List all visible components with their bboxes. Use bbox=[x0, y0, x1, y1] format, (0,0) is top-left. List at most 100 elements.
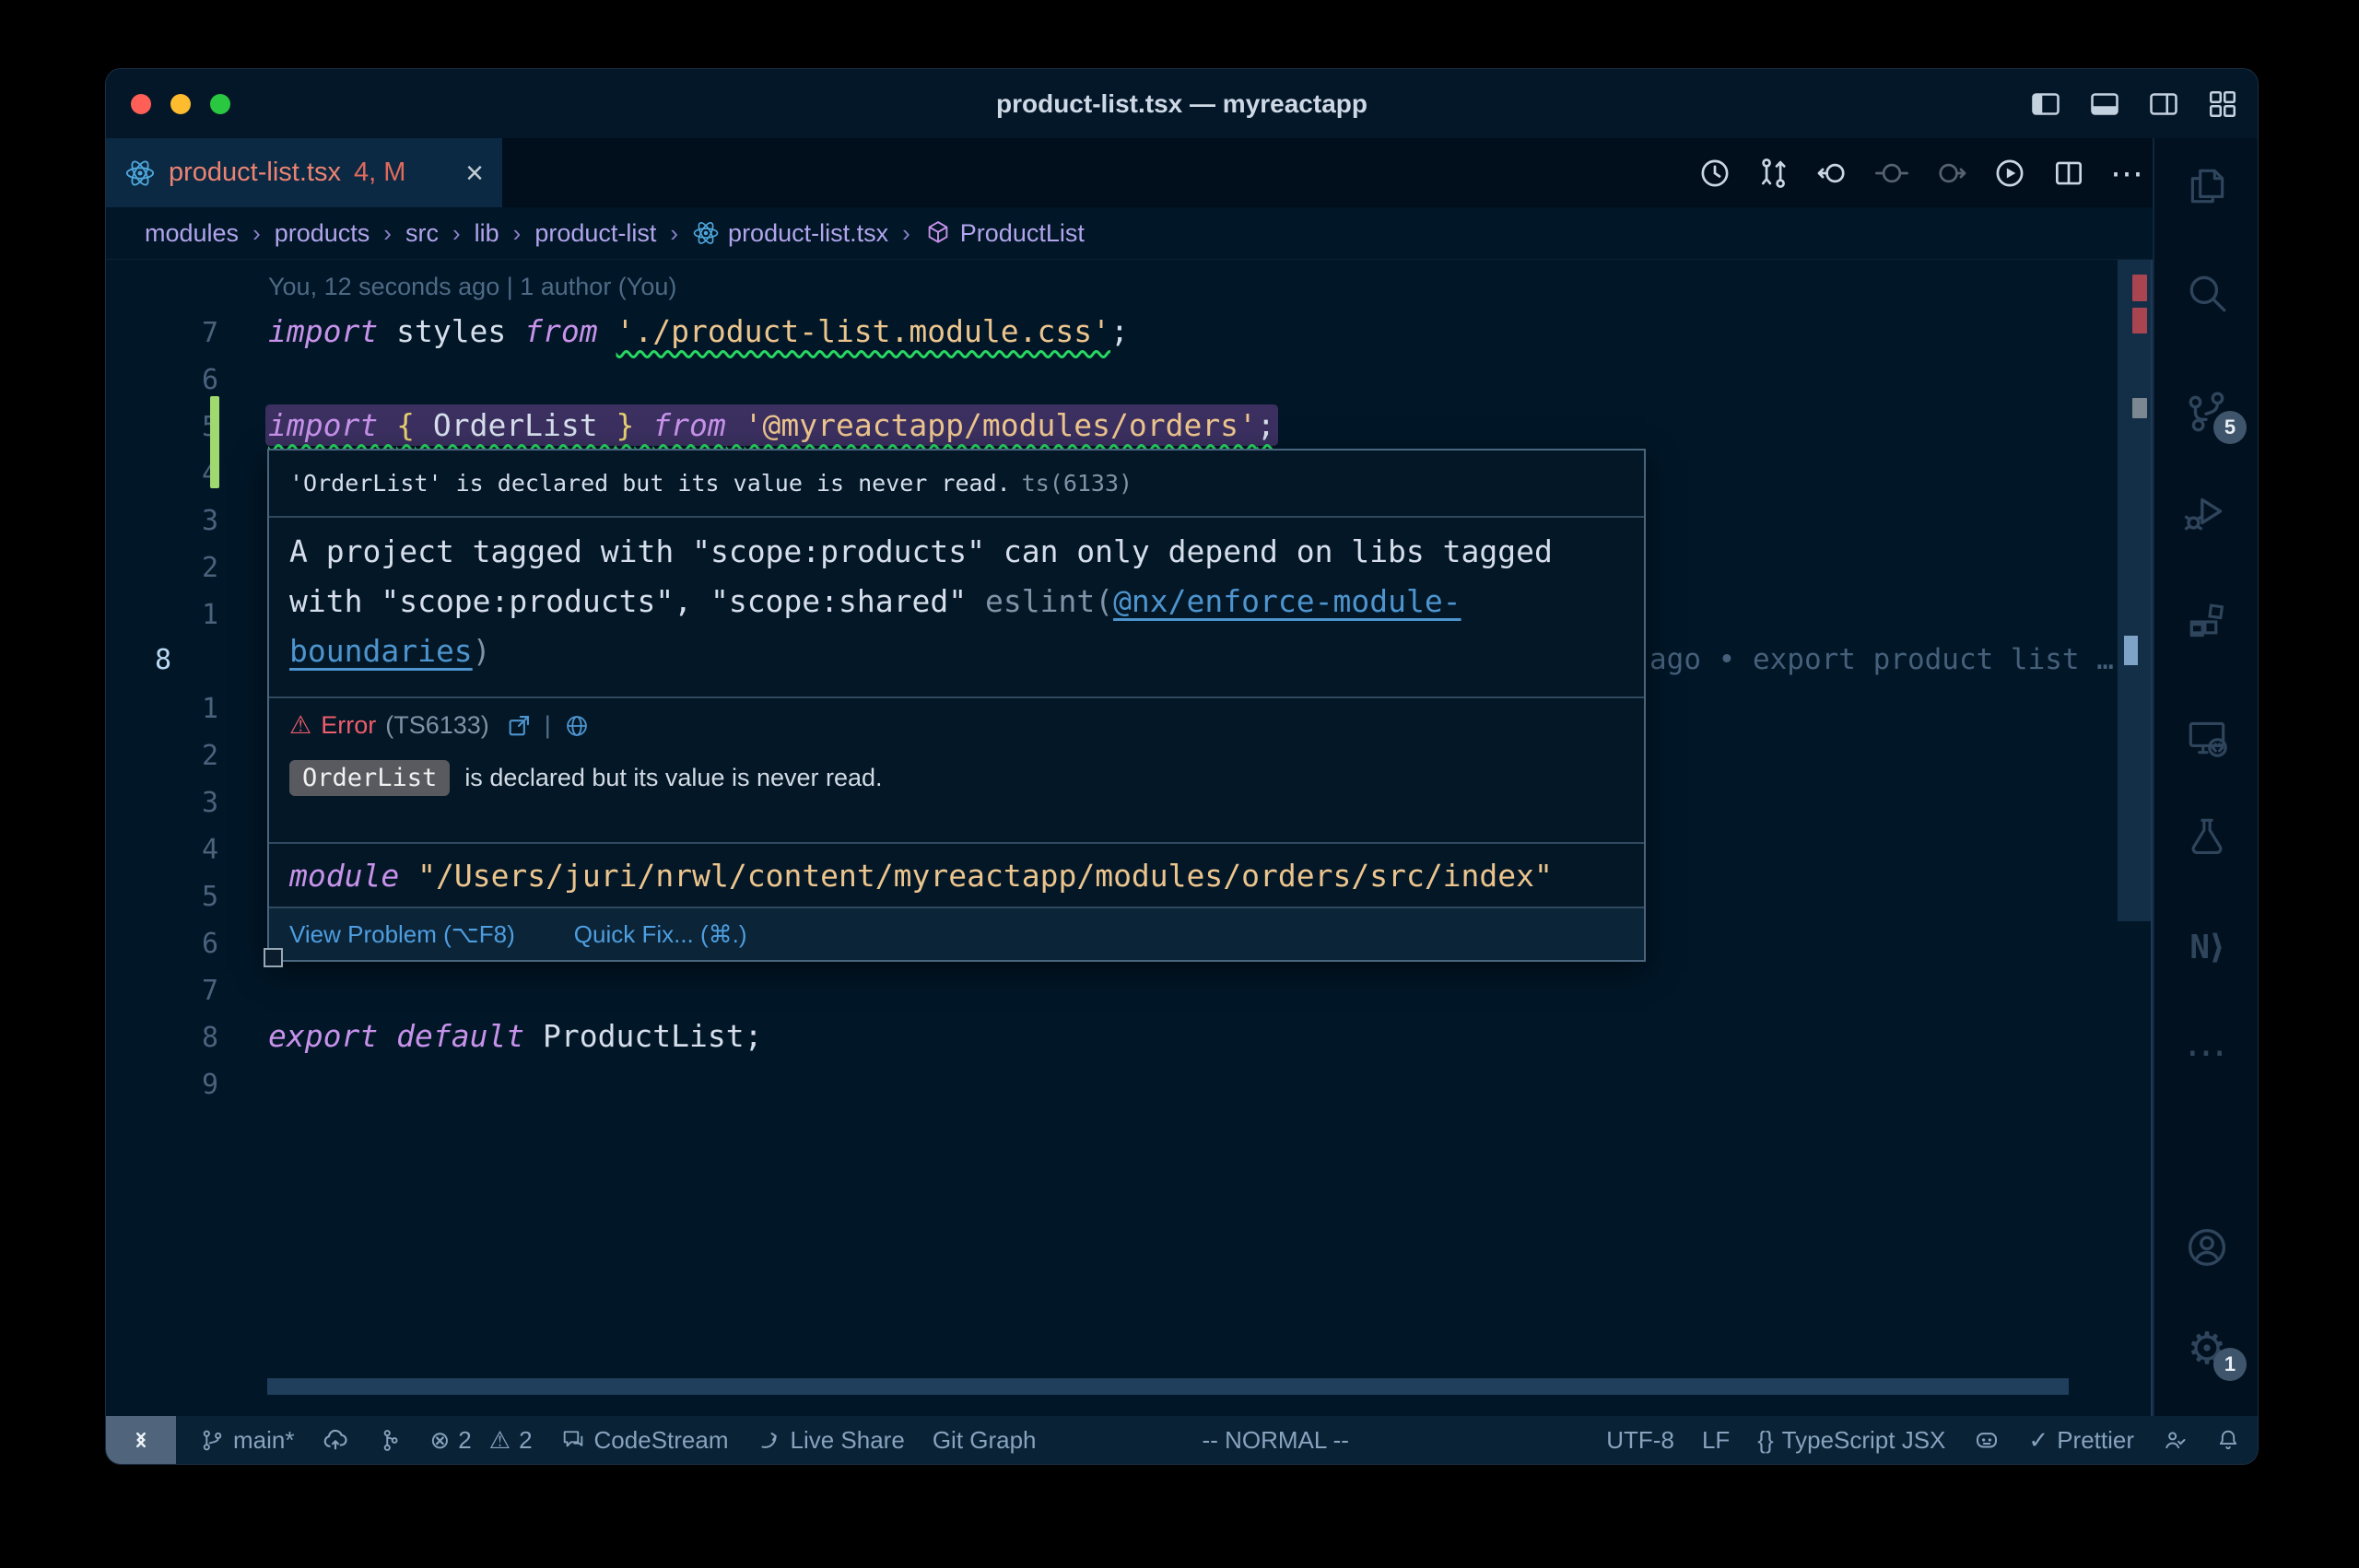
test-beaker-icon[interactable] bbox=[2154, 813, 2258, 860]
code-row[interactable]: 8export default ProductList; bbox=[106, 1012, 2118, 1059]
cursor-position-mark bbox=[2124, 636, 2138, 665]
account-icon[interactable] bbox=[2154, 1223, 2258, 1271]
customize-layout-icon[interactable] bbox=[2206, 88, 2239, 121]
code-row[interactable]: 7 bbox=[106, 965, 2118, 1012]
code-row[interactable]: 7import styles from './product-list.modu… bbox=[106, 308, 2118, 355]
eslint-rule-link[interactable]: boundaries bbox=[289, 633, 473, 669]
breadcrumb-item[interactable]: product-list bbox=[534, 219, 656, 248]
breadcrumb-item[interactable]: src bbox=[405, 219, 439, 248]
gutter-modified-bar bbox=[210, 396, 219, 488]
blame-annotation: You, 12 seconds ago | 1 author (You) bbox=[268, 273, 676, 300]
line-number[interactable]: 1 bbox=[106, 685, 218, 732]
extensions-icon[interactable] bbox=[2154, 598, 2258, 646]
remote-explorer-icon[interactable] bbox=[2154, 713, 2258, 761]
settings-gear-icon[interactable]: ⚙ 1 bbox=[2154, 1326, 2258, 1374]
line-number[interactable]: 3 bbox=[106, 779, 218, 826]
line-number[interactable]: 4 bbox=[106, 451, 218, 497]
code-row[interactable]: You, 12 seconds ago | 1 author (You) bbox=[106, 261, 2118, 308]
inline-blame: ago • export product list … bbox=[1649, 637, 2114, 684]
ts-diagnostic-message: 'OrderList' is declared but its value is… bbox=[289, 470, 1011, 497]
view-problem-link[interactable]: View Problem (⌥F8) bbox=[289, 920, 515, 949]
codestream-item[interactable]: CodeStream bbox=[560, 1426, 729, 1455]
code-row[interactable]: 5import { OrderList } from '@myreactapp/… bbox=[106, 402, 2118, 449]
vscode-window: product-list.tsx — myreactapp product-li… bbox=[106, 69, 2258, 1464]
open-external-icon[interactable] bbox=[506, 713, 532, 739]
breadcrumb-item[interactable]: modules bbox=[145, 219, 239, 248]
eslint-rule-link[interactable]: @nx/enforce-module- bbox=[1113, 583, 1461, 619]
line-number[interactable]: 2 bbox=[106, 544, 218, 591]
git-branch-item[interactable]: main* bbox=[200, 1426, 294, 1455]
source-control-icon[interactable]: 5 bbox=[2154, 389, 2258, 437]
debug-test-runner-icon[interactable] bbox=[2154, 488, 2258, 536]
line-number[interactable]: 1 bbox=[106, 591, 218, 638]
line-number[interactable]: 7 bbox=[106, 967, 218, 1014]
breadcrumb-item-symbol[interactable]: ProductList bbox=[924, 219, 1085, 248]
code-text: You, 12 seconds ago | 1 author (You) bbox=[268, 261, 676, 310]
line-number[interactable]: 5 bbox=[106, 404, 218, 451]
breadcrumb-item[interactable]: products bbox=[275, 219, 370, 248]
line-number[interactable]: 8 bbox=[106, 1014, 218, 1061]
toggle-panel-icon[interactable] bbox=[2088, 88, 2121, 121]
code-row[interactable]: 6 bbox=[106, 355, 2118, 402]
title-bar[interactable]: product-list.tsx — myreactapp bbox=[106, 69, 2258, 138]
encoding-item[interactable]: UTF-8 bbox=[1606, 1426, 1674, 1455]
globe-icon[interactable] bbox=[564, 713, 590, 739]
overview-ruler[interactable] bbox=[2118, 260, 2153, 1416]
chevron-right-icon: › bbox=[252, 219, 261, 248]
explorer-icon[interactable] bbox=[2154, 162, 2258, 210]
close-window-button[interactable] bbox=[131, 94, 151, 114]
close-tab-icon[interactable]: × bbox=[465, 158, 484, 189]
copilot-icon[interactable] bbox=[1973, 1426, 2001, 1454]
line-number[interactable]: 6 bbox=[106, 357, 218, 404]
line-number[interactable]: 2 bbox=[106, 732, 218, 779]
compare-changes-icon[interactable] bbox=[1756, 156, 1791, 191]
language-mode-item[interactable]: {} TypeScript JSX bbox=[1757, 1426, 1945, 1455]
remote-indicator[interactable] bbox=[106, 1416, 176, 1464]
eslint-message-line2: with "scope:products", "scope:shared" es… bbox=[289, 577, 1624, 626]
tab-product-list[interactable]: product-list.tsx 4, M × bbox=[106, 138, 502, 207]
popup-resize-grip[interactable] bbox=[264, 948, 283, 967]
line-number[interactable]: 6 bbox=[106, 920, 218, 967]
toggle-sidebar-left-icon[interactable] bbox=[2029, 88, 2062, 121]
maximize-window-button[interactable] bbox=[210, 94, 230, 114]
notifications-bell-icon[interactable] bbox=[2215, 1427, 2241, 1453]
eol-item[interactable]: LF bbox=[1702, 1426, 1730, 1455]
accounts-person-icon[interactable] bbox=[2162, 1427, 2188, 1453]
ts-diagnostic-row: 'OrderList' is declared but its value is… bbox=[269, 451, 1644, 518]
breadcrumb-item[interactable]: lib bbox=[475, 219, 499, 248]
breadcrumb-item-file[interactable]: product-list.tsx bbox=[692, 219, 888, 248]
change-marker-icon[interactable] bbox=[1874, 156, 1909, 191]
toggle-sidebar-right-icon[interactable] bbox=[2147, 88, 2180, 121]
problems-item[interactable]: ⊗ 2 ⚠︎ 2 bbox=[429, 1426, 532, 1455]
next-change-icon[interactable] bbox=[1933, 156, 1968, 191]
more-views-icon[interactable]: ⋯ bbox=[2154, 1029, 2258, 1077]
line-number[interactable]: 5 bbox=[106, 873, 218, 920]
code-row[interactable]: 9 bbox=[106, 1059, 2118, 1106]
chevron-right-icon: › bbox=[383, 219, 392, 248]
minimize-window-button[interactable] bbox=[170, 94, 191, 114]
split-editor-icon[interactable] bbox=[2051, 156, 2086, 191]
line-number[interactable]: 4 bbox=[106, 826, 218, 873]
live-share-item[interactable]: Live Share bbox=[757, 1426, 905, 1455]
run-file-icon[interactable] bbox=[1992, 156, 2027, 191]
sync-cloud-icon[interactable] bbox=[322, 1426, 349, 1454]
search-icon[interactable] bbox=[2154, 269, 2258, 317]
timeline-history-icon[interactable] bbox=[1697, 156, 1732, 191]
line-number[interactable]: 3 bbox=[106, 497, 218, 544]
change-mark bbox=[2132, 398, 2147, 418]
previous-change-icon[interactable] bbox=[1815, 156, 1850, 191]
horizontal-scrollbar[interactable] bbox=[267, 1378, 2069, 1395]
formatter-item[interactable]: ✓ Prettier bbox=[2028, 1426, 2134, 1455]
git-graph-item[interactable]: Git Graph bbox=[933, 1426, 1037, 1455]
error-label: Error bbox=[321, 711, 376, 740]
line-number[interactable]: 7 bbox=[106, 310, 218, 357]
more-actions-icon[interactable]: ⋯ bbox=[2110, 164, 2143, 182]
line-number[interactable]: 9 bbox=[106, 1061, 218, 1108]
commit-graph-icon[interactable] bbox=[377, 1428, 402, 1453]
symbol-class-icon bbox=[924, 219, 952, 247]
code-editor[interactable]: You, 12 seconds ago | 1 author (You) 7imp… bbox=[106, 260, 2153, 1416]
scrollbar-slider[interactable] bbox=[2118, 260, 2151, 921]
quick-fix-link[interactable]: Quick Fix... (⌘.) bbox=[574, 920, 747, 949]
nx-console-icon[interactable]: N⟩ bbox=[2154, 923, 2258, 971]
line-number[interactable]: 8 bbox=[155, 637, 171, 684]
